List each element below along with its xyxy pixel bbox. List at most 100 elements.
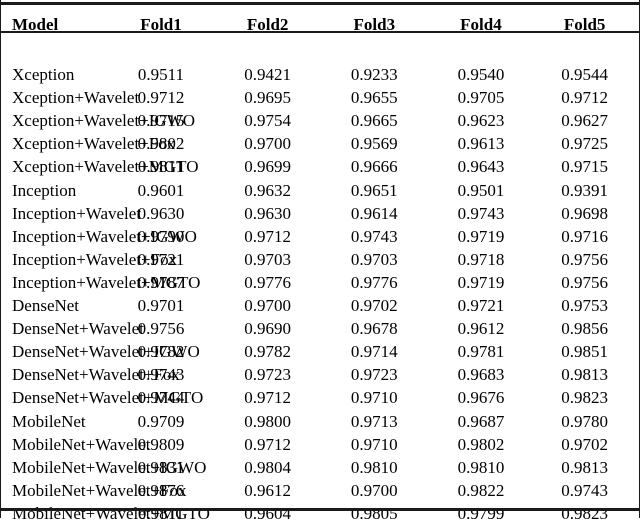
column-header-model: Model [12,14,59,34]
cell-fold3-value: 0.9714 [350,342,398,362]
cell-model-name: Inception+Wavelet+IGWO [12,226,197,246]
cell-fold4-value: 0.9810 [457,457,505,477]
cell-fold3-value: 0.9743 [350,226,398,246]
table-row: Inception+Wavelet+IGWO 0.9790 0.9712 0.9743… [1,225,640,248]
cell-fold2-value: 0.9699 [244,157,292,177]
cell-fold2-value: 0.9612 [244,480,292,500]
cell-fold4-value: 0.9743 [457,203,505,223]
lead-gap-cell-fold1 [108,40,215,63]
cell-fold5-value: 0.9823 [561,388,609,408]
cell-model-name: Xception+Wavelet [12,88,140,108]
cell-fold2-value: 0.9712 [244,434,292,454]
cell-fold4-value: 0.9643 [457,157,505,177]
cell-fold5-value: 0.9712 [561,88,609,108]
cell-fold3-value: 0.9678 [350,319,398,339]
table-body-lead-gap [1,40,640,63]
cell-fold3-value: 0.9776 [350,272,398,292]
cell-fold4-value: 0.9676 [457,388,505,408]
cell-fold4-value: 0.9623 [457,111,505,131]
cell-model-name: DenseNet+Wavelet+MGTO [12,388,204,408]
cell-fold5-value: 0.9756 [561,249,609,269]
cell-model-name: MobileNet+Wavelet+MGTO [12,503,210,523]
cell-fold1-value: 0.9511 [137,65,185,85]
cell-fold5-value: 0.9756 [561,272,609,292]
lead-gap-cell-model [1,40,108,63]
column-header-fold3: Fold3 [353,14,396,34]
cell-model-name: MobileNet [12,411,86,431]
cell-fold3-value: 0.9805 [350,503,398,523]
table-row: MobileNet 0.9709 0.9800 0.9713 0.9687 0.9780 [1,410,640,433]
cell-fold3-value: 0.9233 [350,65,398,85]
cell-fold2-value: 0.9695 [244,88,292,108]
cell-fold4-value: 0.9612 [457,319,505,339]
cell-fold5-value: 0.9702 [561,434,609,454]
cell-model-name: DenseNet+Wavelet+IGWO [12,342,200,362]
table-row: Xception+Wavelet+MGTO 0.9811 0.9699 0.9666 0… [1,155,640,178]
cell-fold4-value: 0.9501 [457,180,505,200]
table-header-rule [1,31,640,33]
table-bottom-rule [1,508,640,511]
cell-fold3-value: 0.9651 [350,180,398,200]
cell-fold4-value: 0.9687 [457,411,505,431]
table-row: Inception 0.9601 0.9632 0.9651 0.9501 0.9391 [1,179,640,202]
cell-fold5-value: 0.9725 [561,134,609,154]
cell-fold5-value: 0.9851 [561,342,609,362]
cell-fold5-value: 0.9753 [561,296,609,316]
cell-fold5-value: 0.9715 [561,157,609,177]
table-row: DenseNet+Wavelet 0.9756 0.9690 0.9678 0.9612… [1,317,640,340]
cell-model-name: Inception+Wavelet [12,203,142,223]
table-row: DenseNet+Wavelet+MGTO 0.9744 0.9712 0.9710 0… [1,386,640,409]
cell-fold2-value: 0.9690 [244,319,292,339]
cell-fold4-value: 0.9799 [457,503,505,523]
cell-fold3-value: 0.9614 [350,203,398,223]
cell-fold1-value: 0.9709 [137,411,185,431]
cell-fold4-value: 0.9781 [457,342,505,362]
cell-fold3-value: 0.9665 [350,111,398,131]
lead-gap-cell-fold2 [214,40,321,63]
table-row: Inception+Wavelet+MGTO 0.9787 0.9776 0.9776… [1,271,640,294]
cell-fold5-value: 0.9780 [561,411,609,431]
cell-fold2-value: 0.9700 [244,296,292,316]
cell-fold3-value: 0.9569 [350,134,398,154]
lead-gap-cell-fold5 [534,40,640,63]
column-header-fold1: Fold1 [140,14,182,34]
cell-fold4-value: 0.9705 [457,88,505,108]
cell-fold3-value: 0.9713 [350,411,398,431]
cell-fold4-value: 0.9540 [457,65,505,85]
table-row: Inception+Wavelet 0.9630 0.9630 0.9614 0.974… [1,202,640,225]
table-row: DenseNet+Wavelet+IGWO 0.9782 0.9782 0.9714 0… [1,340,640,363]
cell-fold3-value: 0.9702 [350,296,398,316]
cell-fold1-value: 0.9701 [137,296,185,316]
lead-gap-cell-fold4 [428,40,535,63]
cell-fold3-value: 0.9666 [350,157,398,177]
cell-fold3-value: 0.9710 [350,434,398,454]
cell-fold3-value: 0.9703 [350,249,398,269]
table-header: Model Fold1 Fold2 Fold3 Fold4 Fold5 [1,0,640,40]
cell-model-name: DenseNet+Wavelet [12,319,144,339]
cell-fold2-value: 0.9723 [244,365,292,385]
cell-fold2-value: 0.9782 [244,342,292,362]
cell-fold5-value: 0.9856 [561,319,609,339]
cell-fold5-value: 0.9391 [561,180,609,200]
cell-fold4-value: 0.9719 [457,272,505,292]
cell-fold5-value: 0.9627 [561,111,609,131]
cell-fold2-value: 0.9712 [244,388,292,408]
table-row: MobileNet+Wavelet+MGTO 0.9811 0.9604 0.9805… [1,502,640,525]
table-row: DenseNet+Wavelet+Fox 0.9743 0.9723 0.9723 0.… [1,363,640,386]
table-row: DenseNet 0.9701 0.9700 0.9702 0.9721 0.9753 [1,294,640,317]
cell-fold4-value: 0.9719 [457,226,505,246]
cell-fold5-value: 0.9716 [561,226,609,246]
cell-model-name: MobileNet+Wavelet [12,434,151,454]
table-row: Xception+Wavelet+Fox 0.9802 0.9700 0.9569 0.… [1,132,640,155]
cell-fold3-value: 0.9655 [350,88,398,108]
cell-fold4-value: 0.9718 [457,249,505,269]
cell-fold2-value: 0.9754 [244,111,292,131]
cell-fold4-value: 0.9683 [457,365,505,385]
table-row: Xception+Wavelet+IGWO 0.9715 0.9754 0.9665 0… [1,109,640,132]
column-header-fold4: Fold4 [460,14,502,34]
cell-fold4-value: 0.9721 [457,296,505,316]
cell-fold3-value: 0.9810 [350,457,398,477]
lead-gap-cell-fold3 [321,40,428,63]
cell-fold5-value: 0.9813 [561,457,609,477]
cell-fold4-value: 0.9822 [457,480,505,500]
